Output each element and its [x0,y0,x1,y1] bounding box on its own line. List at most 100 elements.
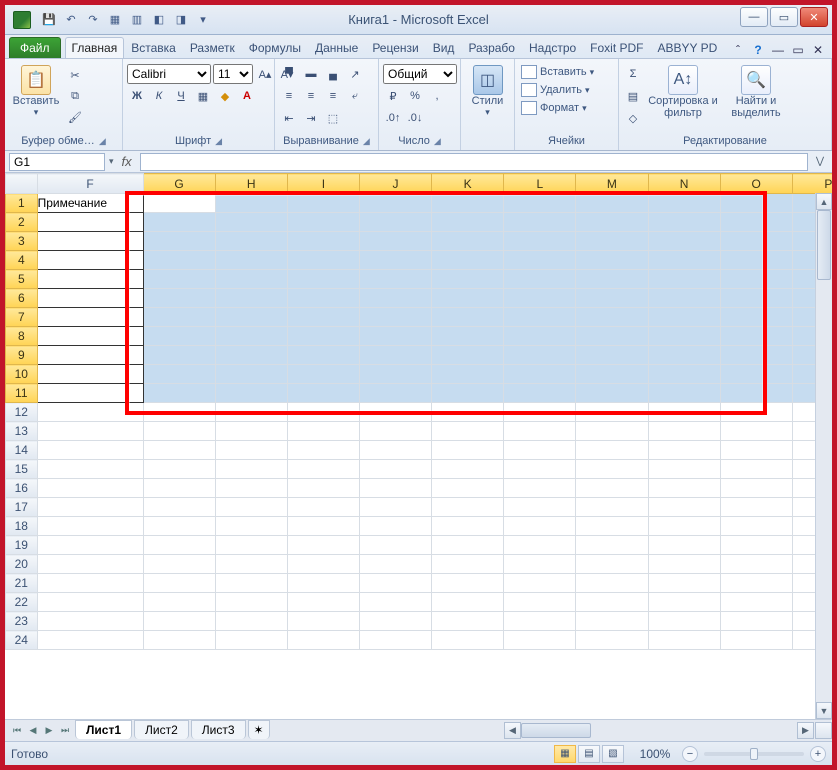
row-header-16[interactable]: 16 [6,479,38,498]
cell-J22[interactable] [359,593,431,612]
vscroll-thumb[interactable] [817,210,831,280]
increase-indent-button[interactable]: ⇥ [301,108,321,128]
row-header-15[interactable]: 15 [6,460,38,479]
undo-button[interactable]: ↶ [61,10,81,30]
cell-I2[interactable] [287,213,359,232]
cell-I15[interactable] [287,460,359,479]
cell-O9[interactable] [720,346,792,365]
cell-F19[interactable] [37,536,143,555]
cell-O1[interactable] [720,194,792,213]
cell-F13[interactable] [37,422,143,441]
cell-N19[interactable] [648,536,720,555]
row-header-9[interactable]: 9 [6,346,38,365]
fill-button[interactable]: ▤ [623,86,643,106]
qat-extra-1[interactable]: ▦ [105,10,125,30]
cell-K9[interactable] [432,346,504,365]
cell-N14[interactable] [648,441,720,460]
number-launcher-icon[interactable]: ◢ [434,136,441,147]
cell-N6[interactable] [648,289,720,308]
cell-I11[interactable] [287,384,359,403]
cell-I17[interactable] [287,498,359,517]
cell-N4[interactable] [648,251,720,270]
styles-button[interactable]: ◫ Стили ▾ [465,61,510,118]
cell-M13[interactable] [576,422,648,441]
cell-J4[interactable] [359,251,431,270]
decrease-decimal-button[interactable]: .0↓ [405,108,425,128]
cell-M17[interactable] [576,498,648,517]
cell-M15[interactable] [576,460,648,479]
cell-N8[interactable] [648,327,720,346]
scroll-right-button[interactable]: ▶ [797,722,814,739]
row-header-7[interactable]: 7 [6,308,38,327]
zoom-in-button[interactable]: + [810,746,826,762]
tab-file[interactable]: Файл [9,37,61,58]
new-sheet-button[interactable]: ✶ [248,720,270,739]
cell-H10[interactable] [215,365,287,384]
cell-G6[interactable] [143,289,215,308]
cell-M3[interactable] [576,232,648,251]
cell-G7[interactable] [143,308,215,327]
row-header-18[interactable]: 18 [6,517,38,536]
tab-abbyy pd[interactable]: ABBYY PD [651,37,725,58]
cell-L24[interactable] [504,631,576,650]
cell-I1[interactable] [287,194,359,213]
cell-I24[interactable] [287,631,359,650]
cell-G9[interactable] [143,346,215,365]
cell-N12[interactable] [648,403,720,422]
cell-J15[interactable] [359,460,431,479]
cell-O16[interactable] [720,479,792,498]
tab-вставка[interactable]: Вставка [124,37,183,58]
cell-N18[interactable] [648,517,720,536]
cell-N3[interactable] [648,232,720,251]
cell-M22[interactable] [576,593,648,612]
cell-O13[interactable] [720,422,792,441]
cell-N13[interactable] [648,422,720,441]
sheet-tab-Лист2[interactable]: Лист2 [134,720,189,739]
decrease-indent-button[interactable]: ⇤ [279,108,299,128]
cell-O4[interactable] [720,251,792,270]
cell-M24[interactable] [576,631,648,650]
cell-O10[interactable] [720,365,792,384]
paste-button[interactable]: 📋 Вставить ▾ [9,61,63,118]
save-button[interactable]: 💾 [39,10,59,30]
cell-O14[interactable] [720,441,792,460]
cell-K20[interactable] [432,555,504,574]
cell-G14[interactable] [143,441,215,460]
cell-K2[interactable] [432,213,504,232]
qat-extra-2[interactable]: ▥ [127,10,147,30]
cell-M10[interactable] [576,365,648,384]
cell-N11[interactable] [648,384,720,403]
tab-формулы[interactable]: Формулы [242,37,308,58]
row-header-3[interactable]: 3 [6,232,38,251]
cell-I14[interactable] [287,441,359,460]
row-header-2[interactable]: 2 [6,213,38,232]
cell-H16[interactable] [215,479,287,498]
cut-button[interactable]: ✂ [65,65,85,85]
cell-K10[interactable] [432,365,504,384]
cell-K23[interactable] [432,612,504,631]
sheet-tab-Лист1[interactable]: Лист1 [75,720,132,739]
cell-J13[interactable] [359,422,431,441]
cell-G1[interactable] [143,194,215,213]
tab-вид[interactable]: Вид [426,37,462,58]
col-header-G[interactable]: G [143,174,215,194]
zoom-out-button[interactable]: − [682,746,698,762]
cell-L20[interactable] [504,555,576,574]
cell-L7[interactable] [504,308,576,327]
cell-J6[interactable] [359,289,431,308]
col-header-I[interactable]: I [287,174,359,194]
tab-данные[interactable]: Данные [308,37,365,58]
cell-O3[interactable] [720,232,792,251]
cell-J23[interactable] [359,612,431,631]
cell-G5[interactable] [143,270,215,289]
cell-L2[interactable] [504,213,576,232]
increase-decimal-button[interactable]: .0↑ [383,108,403,128]
cell-L22[interactable] [504,593,576,612]
cell-J24[interactable] [359,631,431,650]
row-header-12[interactable]: 12 [6,403,38,422]
cell-H7[interactable] [215,308,287,327]
row-header-8[interactable]: 8 [6,327,38,346]
italic-button[interactable]: К [149,86,169,106]
cell-I12[interactable] [287,403,359,422]
cell-O20[interactable] [720,555,792,574]
